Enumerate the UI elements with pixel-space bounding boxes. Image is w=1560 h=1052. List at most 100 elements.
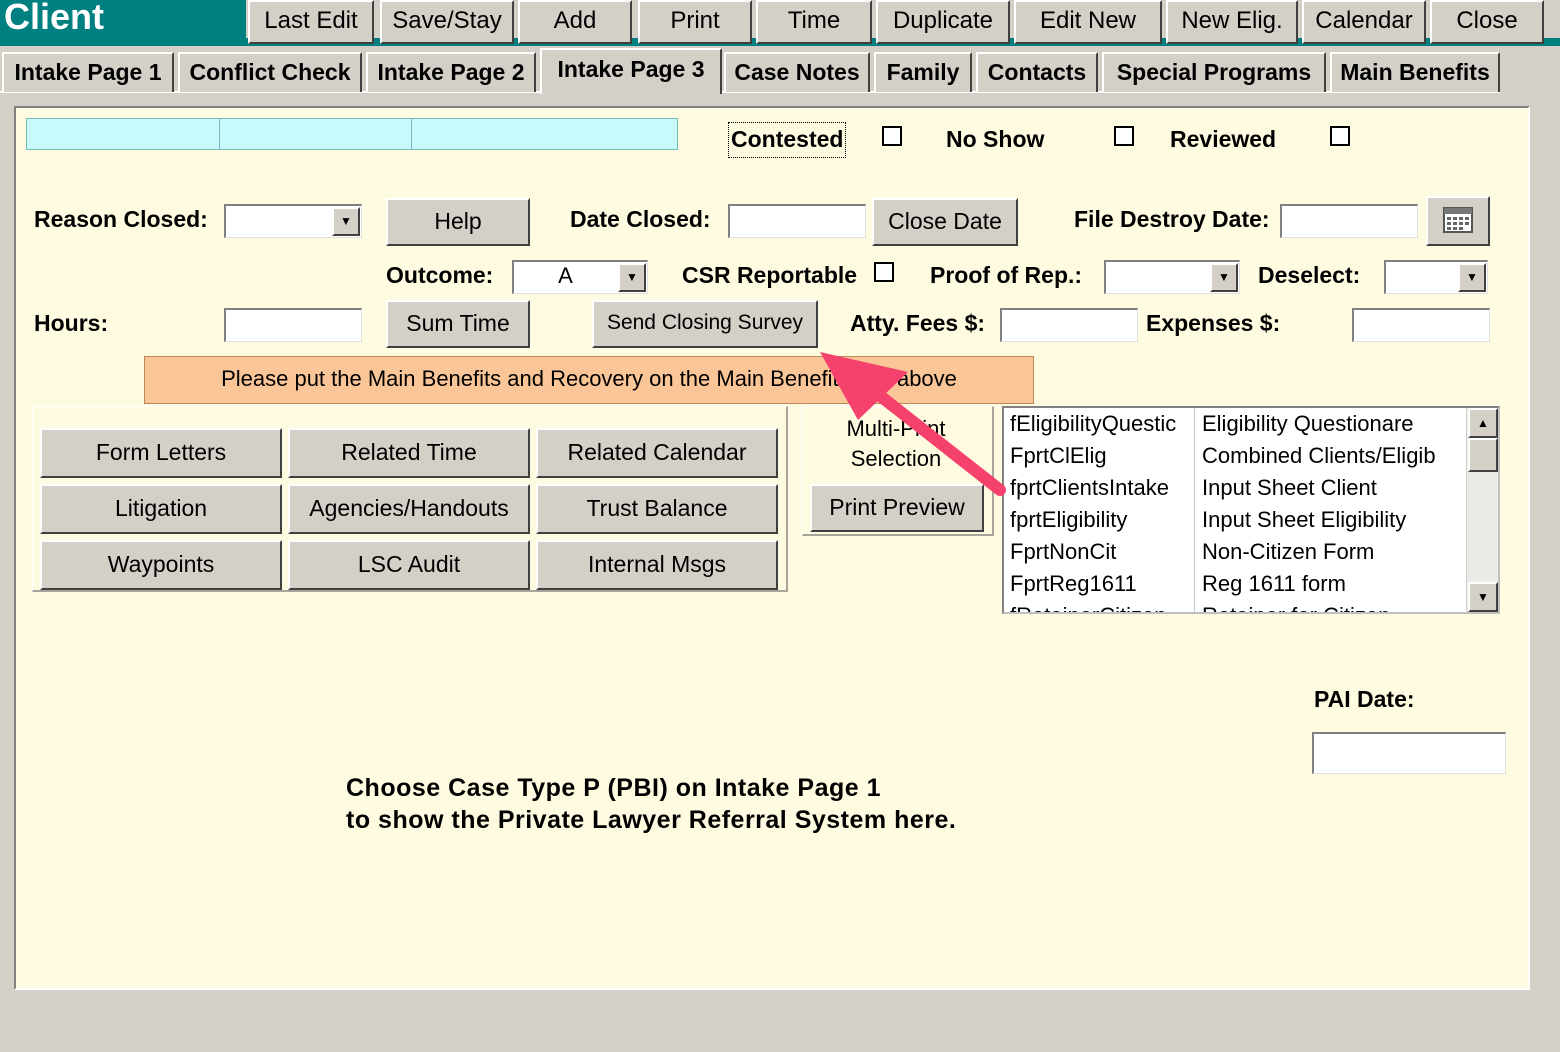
chevron-down-icon[interactable]: ▼ (618, 263, 646, 292)
trust-balance-button[interactable]: Trust Balance (536, 484, 778, 534)
no-show-checkbox[interactable] (1114, 126, 1134, 146)
waypoints-button[interactable]: Waypoints (40, 540, 282, 590)
outcome-select[interactable]: A ▼ (512, 260, 648, 294)
send-closing-survey-button[interactable]: Send Closing Survey (592, 300, 818, 348)
atty-fees-field[interactable] (1000, 308, 1138, 342)
window-title: Client (0, 0, 246, 44)
close-date-button[interactable]: Close Date (872, 198, 1018, 246)
hours-label: Hours: (34, 310, 109, 336)
edit-new-button[interactable]: Edit New (1014, 0, 1162, 44)
pbi-instructions-line1: Choose Case Type P (PBI) on Intake Page … (346, 774, 882, 802)
status-bar-divider (219, 119, 220, 149)
csr-reportable-checkbox[interactable] (874, 262, 894, 282)
list-item[interactable]: FprtNonCit Non-Citizen Form (1004, 536, 1466, 568)
list-item[interactable]: fprtClientsIntake Input Sheet Client (1004, 472, 1466, 504)
deselect-value (1386, 262, 1457, 293)
proof-of-rep-value (1106, 262, 1209, 293)
outcome-value: A (558, 263, 573, 288)
multi-print-label-line2: Selection (850, 446, 942, 471)
date-closed-label: Date Closed: (570, 206, 711, 232)
list-item[interactable]: FprtClElig Combined Clients/Eligib (1004, 440, 1466, 472)
chevron-down-icon[interactable]: ▼ (1210, 263, 1238, 292)
expenses-label: Expenses $: (1146, 310, 1281, 336)
deselect-label: Deselect: (1258, 262, 1361, 288)
litigation-button[interactable]: Litigation (40, 484, 282, 534)
tab-contacts[interactable]: Contacts (976, 52, 1098, 92)
deselect-select[interactable]: ▼ (1384, 260, 1488, 294)
list-item[interactable]: fEligibilityQuestic Eligibility Questiona… (1004, 408, 1466, 440)
calendar-button[interactable]: Calendar (1302, 0, 1426, 44)
pbi-instructions-line2: to show the Private Lawyer Referral Syst… (346, 806, 957, 834)
new-elig-button[interactable]: New Elig. (1166, 0, 1298, 44)
tab-intake-page-1[interactable]: Intake Page 1 (2, 52, 174, 92)
report-list[interactable]: fEligibilityQuestic Eligibility Questiona… (1002, 406, 1500, 614)
close-button[interactable]: Close (1430, 0, 1544, 44)
calendar-icon (1443, 207, 1473, 233)
pai-date-field[interactable] (1312, 732, 1506, 774)
sum-time-button[interactable]: Sum Time (386, 300, 530, 348)
tab-conflict-check[interactable]: Conflict Check (178, 52, 362, 92)
file-destroy-date-label: File Destroy Date: (1074, 206, 1270, 232)
list-item[interactable]: fprtEligibility Input Sheet Eligibility (1004, 504, 1466, 536)
agencies-handouts-button[interactable]: Agencies/Handouts (288, 484, 530, 534)
time-button[interactable]: Time (756, 0, 872, 44)
proof-of-rep-select[interactable]: ▼ (1104, 260, 1240, 294)
main-benefits-notice: Please put the Main Benefits and Recover… (144, 356, 1034, 404)
list-item-desc: Input Sheet Eligibility (1202, 507, 1407, 532)
list-item[interactable]: fRetainerCitizen Retainer for Citizen (1004, 600, 1468, 612)
lsc-audit-button[interactable]: LSC Audit (288, 540, 530, 590)
outcome-label: Outcome: (386, 262, 494, 288)
pai-date-label: PAI Date: (1314, 686, 1415, 712)
reason-closed-select[interactable]: ▼ (224, 204, 362, 238)
expenses-field[interactable] (1352, 308, 1490, 342)
no-show-label: No Show (946, 126, 1045, 152)
print-preview-button[interactable]: Print Preview (810, 484, 984, 532)
tab-special-programs[interactable]: Special Programs (1102, 52, 1326, 92)
scrollbar-thumb[interactable] (1468, 438, 1498, 472)
tab-main-benefits[interactable]: Main Benefits (1330, 52, 1500, 92)
multi-print-label-line1: Multi-Print (846, 416, 946, 441)
reviewed-checkbox[interactable] (1330, 126, 1350, 146)
list-item-desc: Reg 1611 form (1202, 571, 1346, 596)
tab-intake-page-3[interactable]: Intake Page 3 (540, 48, 722, 94)
report-list-rows: fEligibilityQuestic Eligibility Questiona… (1004, 408, 1468, 612)
list-scrollbar[interactable]: ▲ ▼ (1466, 408, 1498, 612)
intake-page-3-panel: Contested No Show Reviewed Reason Closed… (14, 106, 1530, 990)
tab-intake-page-2[interactable]: Intake Page 2 (366, 52, 536, 92)
internal-msgs-button[interactable]: Internal Msgs (536, 540, 778, 590)
arrow-down-icon[interactable]: ▼ (1468, 582, 1498, 612)
list-item-desc: Retainer for Citizen (1202, 600, 1468, 612)
atty-fees-label: Atty. Fees $: (850, 310, 986, 336)
proof-of-rep-label: Proof of Rep.: (930, 262, 1083, 288)
file-destroy-date-field[interactable] (1280, 204, 1418, 238)
list-item-name: fEligibilityQuestic (1010, 411, 1177, 436)
help-button[interactable]: Help (386, 198, 530, 246)
calendar-picker-button[interactable] (1426, 196, 1490, 246)
chevron-down-icon[interactable]: ▼ (332, 207, 360, 236)
list-item-name: fprtEligibility (1010, 507, 1128, 532)
date-closed-field[interactable] (728, 204, 866, 238)
print-button[interactable]: Print (638, 0, 752, 44)
tab-family[interactable]: Family (874, 52, 972, 92)
list-item-desc: Non-Citizen Form (1202, 539, 1375, 564)
status-bar (26, 118, 678, 150)
save-stay-button[interactable]: Save/Stay (380, 0, 514, 44)
related-calendar-button[interactable]: Related Calendar (536, 428, 778, 478)
list-item[interactable]: FprtReg1611 Reg 1611 form (1004, 568, 1466, 600)
related-time-button[interactable]: Related Time (288, 428, 530, 478)
csr-reportable-label: CSR Reportable (682, 262, 858, 288)
add-button[interactable]: Add (518, 0, 632, 44)
duplicate-button[interactable]: Duplicate (876, 0, 1010, 44)
list-item-name: FprtNonCit (1010, 539, 1117, 564)
contested-label[interactable]: Contested (728, 122, 847, 158)
chevron-down-icon[interactable]: ▼ (1458, 263, 1486, 292)
hours-field[interactable] (224, 308, 362, 342)
list-item-name: fprtClientsIntake (1010, 475, 1169, 500)
form-letters-button[interactable]: Form Letters (40, 428, 282, 478)
contested-checkbox[interactable] (882, 126, 902, 146)
last-edit-button[interactable]: Last Edit (248, 0, 374, 44)
tab-case-notes[interactable]: Case Notes (724, 52, 870, 92)
arrow-up-icon[interactable]: ▲ (1468, 408, 1498, 438)
list-item-name: FprtClElig (1010, 443, 1107, 468)
reviewed-label: Reviewed (1170, 126, 1277, 152)
